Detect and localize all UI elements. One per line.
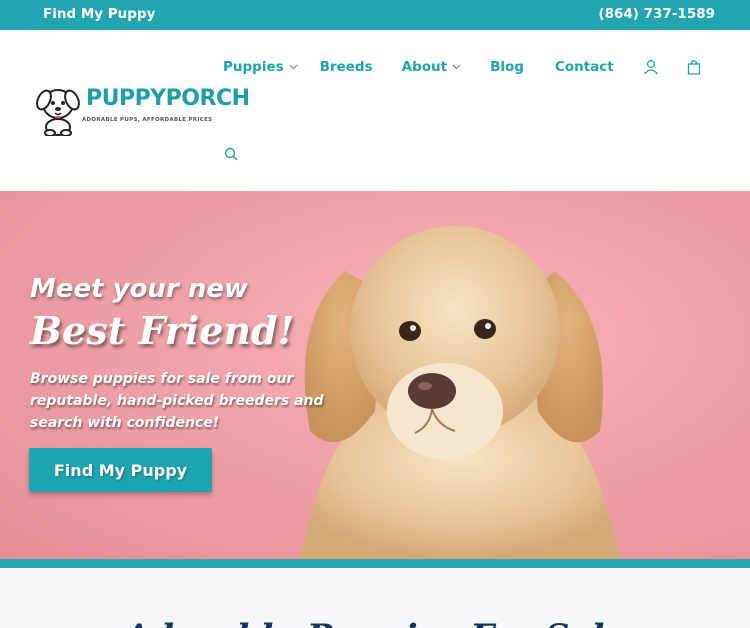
shopping-bag-icon[interactable] — [687, 59, 701, 75]
hero-description: Browse puppies for sale from our reputab… — [30, 371, 324, 431]
search-icon[interactable] — [224, 147, 238, 161]
user-icon[interactable] — [643, 59, 659, 75]
nav-item-label: Puppies — [223, 59, 284, 75]
nav-item-label: Breeds — [319, 59, 373, 75]
nav-item-label: Blog — [490, 59, 524, 75]
nav-item-contact[interactable]: Contact — [555, 57, 614, 77]
nav-item-blog[interactable]: Blog — [490, 57, 524, 77]
hero-heading-line1: Meet your new — [30, 274, 248, 304]
find-my-puppy-button[interactable]: Find My Puppy — [29, 448, 212, 492]
teal-divider — [0, 559, 750, 568]
top-find-my-puppy-link[interactable]: Find My Puppy — [43, 6, 155, 22]
puppy-logo-icon — [36, 89, 80, 136]
nav-item-breeds[interactable]: Breeds — [320, 57, 373, 77]
logo-tagline: ADORABLE PUPS, AFFORDABLE PRICES — [82, 117, 213, 123]
chevron-down-icon — [452, 64, 461, 70]
logo-wordmark: PUPPYPORCH — [86, 86, 250, 111]
site-logo[interactable]: PUPPYPORCH ADORABLE PUPS, AFFORDABLE PRI… — [34, 82, 250, 136]
nav-item-label: About — [401, 59, 448, 75]
nav-item-puppies[interactable]: Puppies — [223, 57, 298, 77]
top-phone-link[interactable]: (864) 737-1589 — [598, 6, 715, 22]
main-nav: Puppies Breeds About Blog Contact — [223, 57, 701, 77]
section-title: Adorable Puppies For Sale — [0, 617, 750, 628]
site-header: PUPPYPORCH ADORABLE PUPS, AFFORDABLE PRI… — [0, 30, 750, 191]
hero-heading-line2: Best Friend! — [30, 308, 295, 353]
chevron-down-icon — [289, 64, 298, 70]
featured-section: Adorable Puppies For Sale — [0, 568, 750, 628]
top-bar: Find My Puppy (864) 737-1589 — [0, 0, 750, 30]
hero-banner: Meet your new Best Friend! Browse puppie… — [0, 191, 750, 559]
nav-item-label: Contact — [554, 59, 614, 75]
nav-item-about[interactable]: About — [402, 57, 461, 77]
